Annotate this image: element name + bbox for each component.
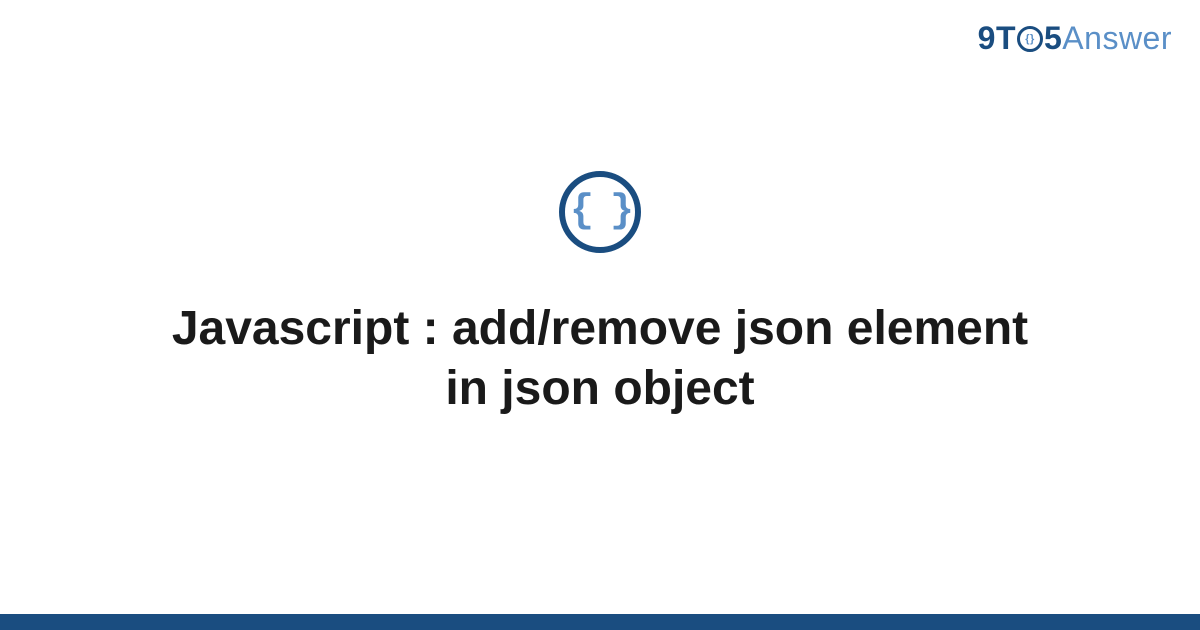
topic-icon-circle: { }	[559, 171, 641, 253]
page-title: Javascript : add/remove json element in …	[150, 299, 1050, 419]
footer-accent-bar	[0, 614, 1200, 630]
main-content: { } Javascript : add/remove json element…	[0, 0, 1200, 630]
json-braces-icon: { }	[570, 192, 630, 232]
